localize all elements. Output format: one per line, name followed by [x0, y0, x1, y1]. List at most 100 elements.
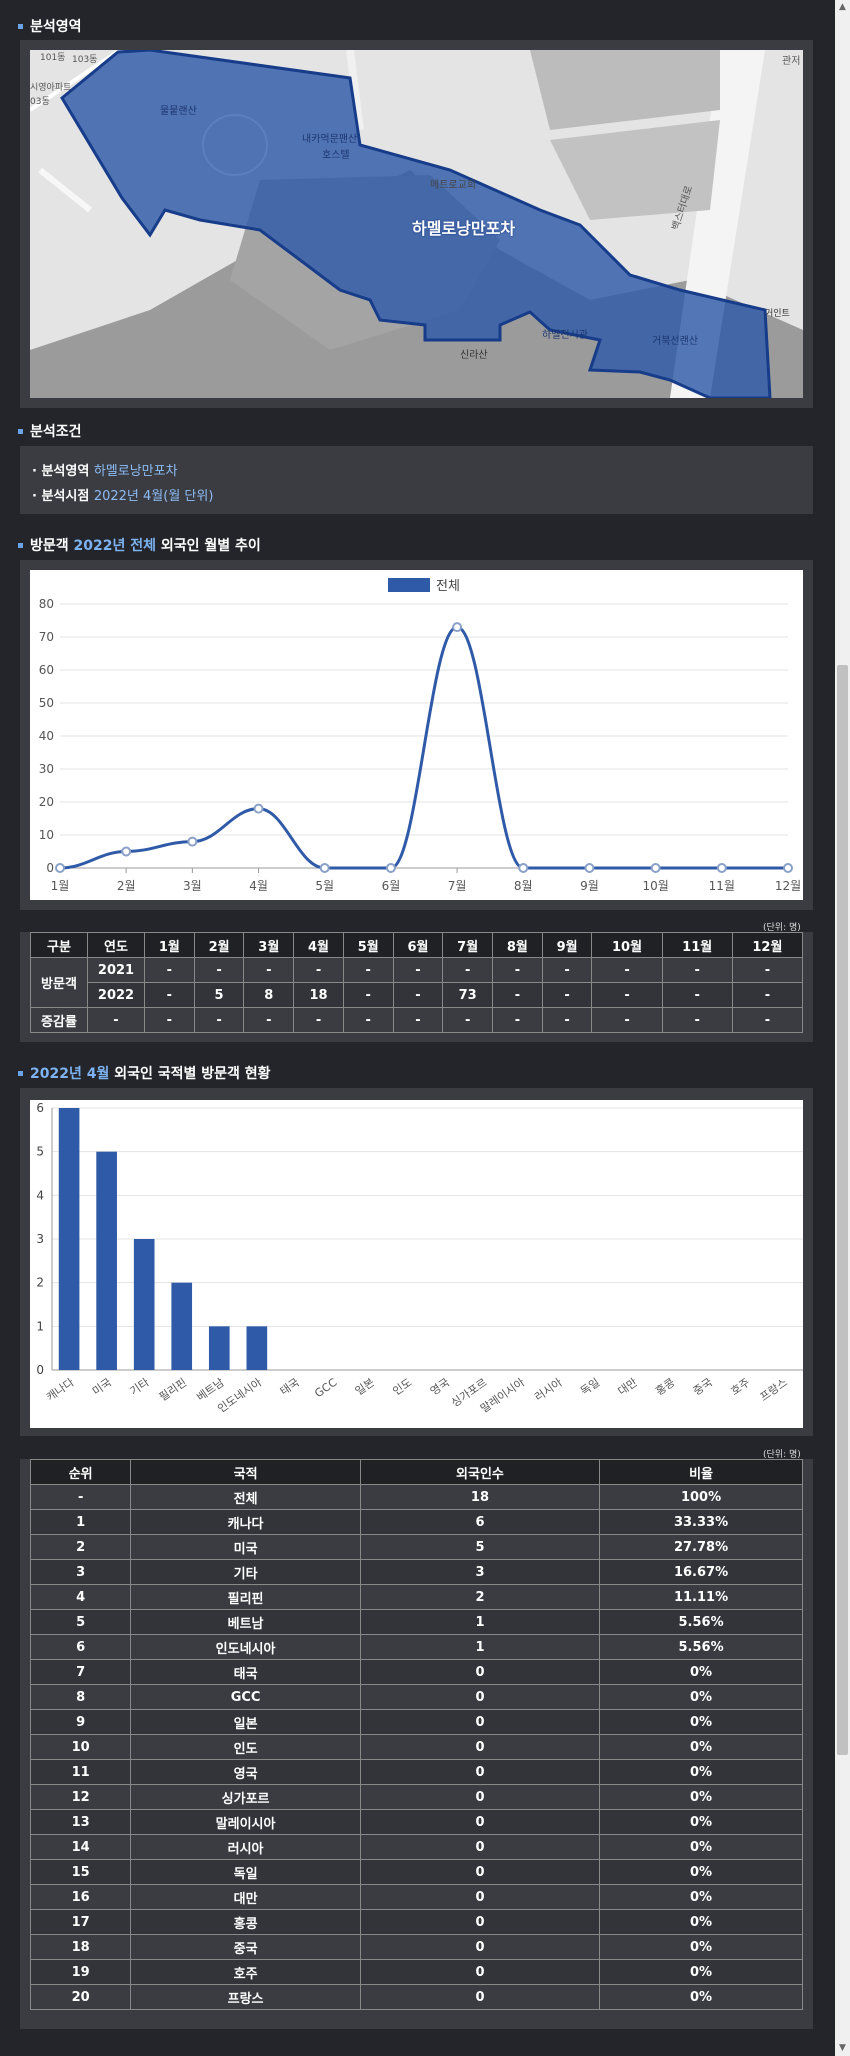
table-header-cell: 6월: [392, 932, 444, 958]
table-cell: 싱가포르: [130, 1784, 361, 1810]
line-chart-svg: 전체 0 10 20 30 40 50 60 70 80 1월 2월 3월 4월 5월 6월 7월 8월 9월 10월…: [39, 578, 801, 893]
series-line: [59, 625, 788, 870]
x-tick-label: 필리핀: [157, 1376, 189, 1404]
table-header-cell: 5월: [342, 932, 394, 958]
table-cell: 0: [359, 1784, 601, 1810]
table-cell: 4: [29, 1584, 132, 1610]
scroll-down-arrow-icon[interactable]: ▼: [835, 2041, 850, 2056]
table-cell: 16: [29, 1884, 132, 1910]
y-tick-label: 5: [36, 1145, 44, 1159]
table-row: 20 프랑스 0 0%: [29, 1984, 803, 2010]
table-header-row: 구분 연도 1월 2월 3월 4월 5월 6월 7월 8월 9월 10월 11월 12월: [30, 932, 804, 958]
table-cell: 0: [359, 1659, 601, 1685]
report-page: 분석영역 하멜로낭만포차 101동 103동 시영아파트 03동 물뭍랜산 내카…: [0, 0, 835, 2056]
scrollbar-thumb[interactable]: [837, 665, 848, 1755]
table-cell: 호주: [130, 1959, 361, 1985]
x-tick-label: 10월: [642, 879, 668, 893]
vertical-scrollbar[interactable]: ▲ ▼: [835, 0, 850, 2056]
table-row: 6 인도네시아 1 5.56%: [29, 1634, 803, 1660]
table-cell: -: [661, 982, 733, 1008]
analysis-map[interactable]: 하멜로낭만포차 101동 103동 시영아파트 03동 물뭍랜산 내카먹문팬산 …: [30, 50, 803, 398]
table-header-row: 순위 국적 외국인수 비율: [29, 1459, 803, 1485]
table-cell: 0%: [599, 1684, 803, 1710]
x-tick-label: 7월: [448, 879, 467, 893]
table-cell: 6: [359, 1509, 601, 1535]
bar: [171, 1282, 193, 1370]
table-cell: -: [442, 1007, 494, 1033]
table-cell: 0: [359, 1859, 601, 1885]
scroll-up-arrow-icon[interactable]: ▲: [835, 0, 850, 15]
table-cell: 베트남: [130, 1609, 361, 1635]
table-cell: 0%: [599, 1759, 803, 1785]
table-cell: 0%: [599, 1709, 803, 1735]
section-title-area: 분석영역: [18, 16, 82, 36]
table-cell: 11: [29, 1759, 132, 1785]
table-cell: 14: [29, 1834, 132, 1860]
table-cell: 0%: [599, 1834, 803, 1860]
y-tick-label: 0: [36, 1363, 44, 1377]
table-header-cell: 10월: [591, 932, 663, 958]
table-cell: -: [591, 1007, 663, 1033]
table-cell: -: [293, 1007, 344, 1033]
x-tick-label: 미국: [90, 1376, 114, 1398]
table-cell: 인도: [130, 1734, 361, 1760]
growth-row: 증감률 - - - - - - - - - - - - -: [30, 1007, 804, 1033]
table-row: 3 기타 3 16.67%: [29, 1559, 803, 1585]
x-tick-label: 중국: [691, 1376, 715, 1398]
x-tick-label: 2월: [117, 879, 136, 893]
map-label: 거인트: [765, 309, 790, 319]
section-title-conditions: 분석조건: [18, 421, 82, 441]
table-cell: 캐나다: [130, 1509, 361, 1535]
map-label: 메트로교회: [430, 180, 476, 191]
map-label: 103동: [72, 55, 98, 65]
x-tick-label: 8월: [514, 879, 533, 893]
x-tick-label: 호주: [728, 1376, 752, 1398]
y-tick-label: 20: [39, 795, 54, 809]
table-cell: 0: [359, 1759, 601, 1785]
table-cell: 0%: [599, 1934, 803, 1960]
table-row: 10 인도 0 0%: [29, 1734, 803, 1760]
table-cell: 18: [293, 982, 344, 1008]
table-cell: 영국: [130, 1759, 361, 1785]
table-row: 9 일본 0 0%: [29, 1709, 803, 1735]
table-row: 19 호주 0 0%: [29, 1959, 803, 1985]
table-cell: -: [342, 957, 394, 983]
table-cell: 홍콩: [130, 1909, 361, 1935]
rank-table-panel: 순위 국적 외국인수 비율 - 전체 18 100% 1 캐나다 6 33.33% 2 미국 5 27.78…: [20, 1459, 813, 2029]
table-cell: 0%: [599, 1659, 803, 1685]
table-cell: 미국: [130, 1534, 361, 1560]
section-title-highlight: 2022년 4월: [30, 1066, 110, 1082]
line-chart-panel: 전체 0 10 20 30 40 50 60 70 80 1월 2월 3월 4월 5월 6월 7월 8월 9월 10월…: [20, 560, 813, 910]
y-tick-label: 6: [36, 1101, 44, 1115]
table-cell: -: [144, 982, 195, 1008]
x-tick-label: 3월: [183, 879, 202, 893]
x-tick-label: 6월: [382, 879, 401, 893]
table-row: 12 싱가포르 0 0%: [29, 1784, 803, 1810]
table-row: 4 필리핀 2 11.11%: [29, 1584, 803, 1610]
table-row: 14 러시아 0 0%: [29, 1834, 803, 1860]
table-cell: -: [442, 957, 494, 983]
table-row: 18 중국 0 0%: [29, 1934, 803, 1960]
table-row: 8 GCC 0 0%: [29, 1684, 803, 1710]
bar-chart: 0 1 2 3 4 5 6 캐나다 미국 기타 필리핀 베트남 인도네시아 태국 GCC 일본 인도 영국 싱가포르…: [30, 1100, 803, 1428]
table-cell: -: [193, 957, 245, 983]
table-cell: 8: [243, 982, 295, 1008]
map-label: 시영아파트: [30, 83, 72, 93]
x-tick-label: 인도: [390, 1376, 414, 1398]
x-tick-label: 4월: [249, 879, 268, 893]
table-cell: -: [731, 982, 804, 1008]
table-cell: -: [342, 982, 394, 1008]
table-cell: 16.67%: [599, 1559, 803, 1585]
table-cell: 9: [29, 1709, 132, 1735]
y-tick-label: 10: [39, 828, 54, 842]
bar: [246, 1326, 268, 1370]
table-cell: -: [193, 1007, 245, 1033]
table-header-cell: 비율: [599, 1459, 803, 1485]
table-cell: 3: [359, 1559, 601, 1585]
line-chart: 전체 0 10 20 30 40 50 60 70 80 1월 2월 3월 4월 5월 6월 7월 8월 9월 10월…: [30, 570, 803, 900]
table-cell: 0%: [599, 1884, 803, 1910]
table-cell: 태국: [130, 1659, 361, 1685]
condition-value: 2022년 4월(월 단위): [93, 489, 214, 504]
table-header-cell: 2월: [193, 932, 245, 958]
data-point: [187, 836, 198, 847]
